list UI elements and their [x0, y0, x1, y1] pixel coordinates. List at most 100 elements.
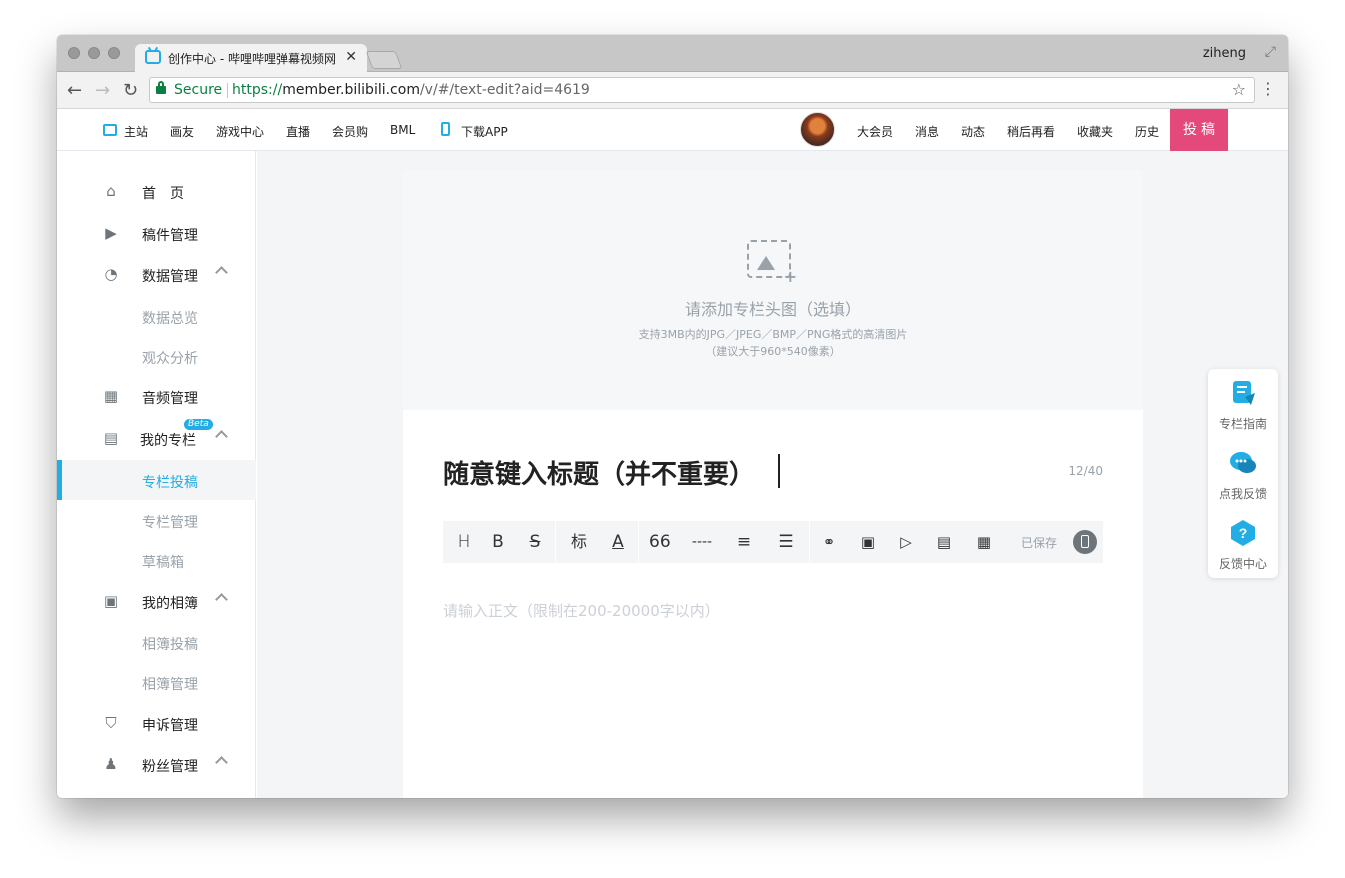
- bookmark-star-icon[interactable]: ☆: [1232, 80, 1246, 99]
- sidebar-item-drafts[interactable]: 草稿箱: [57, 540, 256, 580]
- bold-button[interactable]: B: [489, 532, 507, 552]
- url-host: member.bilibili.com: [282, 82, 420, 98]
- title-input[interactable]: 随意键入标题（并不重要）: [443, 454, 755, 491]
- strikethrough-button[interactable]: S: [526, 532, 544, 552]
- chevron-up-icon[interactable]: [215, 756, 228, 769]
- save-status: 已保存: [1021, 536, 1058, 550]
- editor-toolbar: H B S 标 A 66 ---- ≡ ☰ ⚭ ▣ ▷ ▤ ▦ 已保存: [443, 521, 1103, 563]
- video-insert-icon[interactable]: ▷: [896, 532, 916, 552]
- nav-bml[interactable]: BML: [390, 123, 415, 137]
- back-button[interactable]: ←: [67, 80, 82, 101]
- new-tab-button[interactable]: [365, 51, 403, 69]
- sidebar-item-label: 粉丝管理: [142, 759, 198, 775]
- sidebar-item-label: 草稿箱: [142, 555, 184, 571]
- sidebar-item-fans[interactable]: ♟ 粉丝管理: [57, 744, 256, 784]
- fullscreen-icon[interactable]: ⤢: [1265, 44, 1276, 60]
- sidebar-item-data[interactable]: ◔ 数据管理: [57, 254, 256, 294]
- browser-menu-icon[interactable]: ⋮: [1260, 79, 1276, 98]
- browser-tab[interactable]: 创作中心 - 哔哩哔哩弹幕视频网 ✕: [135, 44, 367, 72]
- float-item-guide[interactable]: 专栏指南: [1208, 369, 1278, 439]
- url-text[interactable]: https://member.bilibili.com/v/#/text-edi…: [232, 82, 590, 98]
- list-button[interactable]: ☰: [775, 532, 797, 552]
- forward-button[interactable]: →: [95, 80, 110, 101]
- reload-button[interactable]: ↻: [123, 80, 138, 101]
- divider-button[interactable]: ----: [689, 532, 715, 552]
- article-icon: ▤: [103, 429, 119, 447]
- profile-name[interactable]: ziheng: [1203, 46, 1246, 61]
- image-icon[interactable]: ▣: [858, 532, 878, 552]
- sidebar-item-label: 观众分析: [142, 351, 198, 367]
- secure-label: Secure: [174, 82, 223, 98]
- nav-vip[interactable]: 大会员: [857, 123, 893, 140]
- card-insert-icon[interactable]: ▤: [934, 532, 954, 552]
- nav-watch-later[interactable]: 稍后再看: [1007, 123, 1055, 140]
- minimize-window-button[interactable]: [88, 47, 100, 59]
- sidebar-item-my-column[interactable]: ▤ 我的专栏 Beta: [57, 418, 256, 458]
- float-item-feedback[interactable]: 点我反馈: [1208, 439, 1278, 509]
- link-icon[interactable]: ⚭: [819, 532, 839, 552]
- sidebar-item-my-album[interactable]: ▣ 我的相簿: [57, 581, 256, 621]
- sidebar-item-home[interactable]: ⌂ 首 页: [57, 171, 256, 211]
- sidebar-item-column-post[interactable]: 专栏投稿: [57, 460, 256, 500]
- data-icon: ◔: [104, 265, 118, 283]
- avatar[interactable]: [800, 112, 835, 147]
- align-button[interactable]: ≡: [733, 532, 755, 552]
- browser-toolbar: ← → ↻ Secure https://member.bilibili.com…: [57, 72, 1288, 109]
- sidebar-item-data-overview[interactable]: 数据总览: [57, 296, 256, 336]
- more-tools-icon[interactable]: ▦: [973, 532, 995, 552]
- nav-history[interactable]: 历史: [1135, 123, 1159, 140]
- sidebar-item-label: 稿件管理: [142, 228, 198, 244]
- editor-card: 请添加专栏头图（选填） 支持3MB内的JPG／JPEG／BMP／PNG格式的高清…: [403, 170, 1143, 798]
- body-input[interactable]: 请输入正文（限制在200-20000字以内）: [443, 600, 720, 621]
- post-button[interactable]: 投稿: [1170, 109, 1228, 156]
- sidebar-item-label: 相簿管理: [142, 677, 198, 693]
- font-size-button[interactable]: 标: [568, 532, 590, 552]
- tab-title: 创作中心 - 哔哩哔哩弹幕视频网: [168, 52, 336, 66]
- sidebar-item-audience[interactable]: 观众分析: [57, 336, 256, 376]
- chevron-up-icon[interactable]: [215, 593, 228, 606]
- nav-huayou[interactable]: 画友: [170, 123, 194, 140]
- nav-dynamics[interactable]: 动态: [961, 123, 985, 140]
- phone-icon: [441, 122, 450, 136]
- bilibili-tv-icon: [145, 50, 161, 64]
- tab-close-icon[interactable]: ✕: [345, 49, 357, 65]
- sidebar-item-label: 音频管理: [142, 391, 198, 407]
- float-item-label: 专栏指南: [1218, 417, 1267, 431]
- sidebar-item-manuscripts[interactable]: ▶ 稿件管理: [57, 213, 256, 253]
- help-center-icon: ?: [1231, 520, 1255, 546]
- cover-hint: 支持3MB内的JPG／JPEG／BMP／PNG格式的高清图片 （建议大于960*…: [403, 326, 1143, 360]
- address-bar[interactable]: Secure https://member.bilibili.com/v/#/t…: [149, 77, 1255, 103]
- home-icon: ⌂: [106, 182, 116, 200]
- audio-icon: ▦: [103, 387, 119, 405]
- sidebar-item-appeal[interactable]: ⛉ 申诉管理: [57, 703, 256, 743]
- nav-live[interactable]: 直播: [286, 123, 310, 140]
- quote-button[interactable]: 66: [649, 532, 671, 552]
- sidebar-item-album-manage[interactable]: 相簿管理: [57, 662, 256, 702]
- float-item-label: 反馈中心: [1218, 557, 1267, 571]
- sidebar-item-label: 数据总览: [142, 311, 198, 327]
- chevron-up-icon[interactable]: [215, 430, 228, 443]
- font-color-button[interactable]: A: [608, 532, 628, 552]
- nav-messages[interactable]: 消息: [915, 123, 939, 140]
- mobile-preview-icon[interactable]: [1073, 530, 1097, 554]
- chevron-up-icon[interactable]: [215, 266, 228, 279]
- nav-favorites[interactable]: 收藏夹: [1077, 123, 1113, 140]
- url-scheme: https://: [232, 82, 283, 98]
- sidebar-item-label: 我的相簿: [142, 596, 198, 612]
- sidebar-item-label: 专栏投稿: [142, 475, 198, 491]
- sidebar-item-label: 我的专栏: [140, 433, 196, 449]
- maximize-window-button[interactable]: [108, 47, 120, 59]
- close-window-button[interactable]: [68, 47, 80, 59]
- nav-download-app[interactable]: 下载APP: [461, 123, 508, 140]
- sidebar-item-audio[interactable]: ▦ 音频管理: [57, 376, 256, 416]
- sidebar-item-label: 申诉管理: [142, 718, 198, 734]
- cover-upload-area[interactable]: 请添加专栏头图（选填） 支持3MB内的JPG／JPEG／BMP／PNG格式的高清…: [403, 170, 1143, 410]
- guide-icon: [1233, 381, 1255, 405]
- float-item-help-center[interactable]: ? 反馈中心: [1208, 509, 1278, 579]
- nav-main-site[interactable]: 主站: [124, 123, 148, 140]
- nav-member-shop[interactable]: 会员购: [332, 123, 368, 140]
- heading-button[interactable]: H: [455, 532, 473, 552]
- sidebar-item-column-manage[interactable]: 专栏管理: [57, 500, 256, 540]
- nav-game-center[interactable]: 游戏中心: [216, 123, 264, 140]
- sidebar-item-album-post[interactable]: 相簿投稿: [57, 622, 256, 662]
